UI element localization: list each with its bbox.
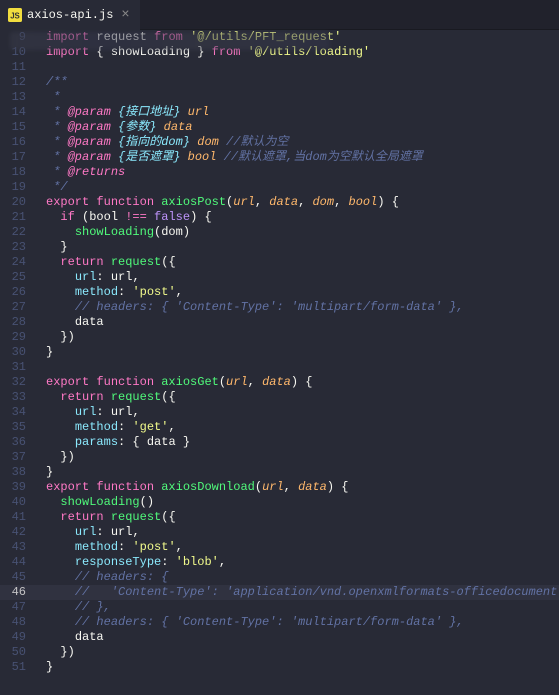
line-number: 45 bbox=[0, 570, 26, 585]
line-number: 17 bbox=[0, 150, 26, 165]
code-line[interactable]: return request({ bbox=[46, 390, 559, 405]
line-number: 19 bbox=[0, 180, 26, 195]
line-number: 13 bbox=[0, 90, 26, 105]
svg-text:JS: JS bbox=[10, 11, 20, 20]
line-number: 41 bbox=[0, 510, 26, 525]
code-line[interactable]: // headers: { 'Content-Type': 'multipart… bbox=[46, 300, 559, 315]
line-number: 33 bbox=[0, 390, 26, 405]
code-line[interactable]: * @returns bbox=[46, 165, 559, 180]
tab-axios-api[interactable]: JS axios-api.js × bbox=[0, 0, 140, 30]
code-line[interactable]: } bbox=[46, 660, 559, 675]
line-number: 30 bbox=[0, 345, 26, 360]
line-number: 28 bbox=[0, 315, 26, 330]
line-number: 38 bbox=[0, 465, 26, 480]
code-area[interactable]: import request from '@/utils/PFT_request… bbox=[38, 30, 559, 695]
code-line[interactable]: // headers: { 'Content-Type': 'multipart… bbox=[46, 615, 559, 630]
line-number: 15 bbox=[0, 120, 26, 135]
code-line[interactable]: }) bbox=[46, 450, 559, 465]
code-line[interactable]: }) bbox=[46, 330, 559, 345]
code-line[interactable]: } bbox=[46, 345, 559, 360]
line-number: 22 bbox=[0, 225, 26, 240]
code-line[interactable]: showLoading() bbox=[46, 495, 559, 510]
tab-bar: JS axios-api.js × bbox=[0, 0, 559, 30]
code-line[interactable]: // headers: { bbox=[46, 570, 559, 585]
code-line[interactable]: return request({ bbox=[46, 255, 559, 270]
code-line[interactable]: export function axiosGet(url, data) { bbox=[46, 375, 559, 390]
code-line[interactable]: data bbox=[46, 315, 559, 330]
line-number: 23 bbox=[0, 240, 26, 255]
line-number: 50 bbox=[0, 645, 26, 660]
line-number: 40 bbox=[0, 495, 26, 510]
code-line[interactable]: * @param {指向的dom} dom //默认为空 bbox=[46, 135, 559, 150]
code-line[interactable]: url: url, bbox=[46, 270, 559, 285]
line-number: 14 bbox=[0, 105, 26, 120]
code-line[interactable]: params: { data } bbox=[46, 435, 559, 450]
code-line[interactable]: */ bbox=[46, 180, 559, 195]
code-line[interactable]: } bbox=[46, 240, 559, 255]
line-number: 49 bbox=[0, 630, 26, 645]
line-number: 21 bbox=[0, 210, 26, 225]
line-number: 51 bbox=[0, 660, 26, 675]
line-number: 48 bbox=[0, 615, 26, 630]
code-line[interactable] bbox=[46, 360, 559, 375]
tab-label: axios-api.js bbox=[27, 8, 113, 22]
code-line[interactable]: responseType: 'blob', bbox=[46, 555, 559, 570]
code-line[interactable]: * @param {是否遮罩} bool //默认遮罩,当dom为空默认全局遮罩 bbox=[46, 150, 559, 165]
code-line[interactable]: // }, bbox=[46, 600, 559, 615]
line-number: 11 bbox=[0, 60, 26, 75]
line-number: 35 bbox=[0, 420, 26, 435]
code-line[interactable]: * @param {参数} data bbox=[46, 120, 559, 135]
line-number: 47 bbox=[0, 600, 26, 615]
code-line[interactable]: export function axiosDownload(url, data)… bbox=[46, 480, 559, 495]
line-number: 18 bbox=[0, 165, 26, 180]
code-line[interactable]: } bbox=[46, 465, 559, 480]
line-number: 27 bbox=[0, 300, 26, 315]
line-number: 32 bbox=[0, 375, 26, 390]
code-line[interactable]: * @param {接口地址} url bbox=[46, 105, 559, 120]
line-number: 43 bbox=[0, 540, 26, 555]
code-line[interactable]: url: url, bbox=[46, 405, 559, 420]
code-line[interactable]: showLoading(dom) bbox=[46, 225, 559, 240]
code-line[interactable]: // 'Content-Type': 'application/vnd.open… bbox=[46, 585, 559, 600]
code-line[interactable]: }) bbox=[46, 645, 559, 660]
code-line[interactable]: method: 'post', bbox=[46, 540, 559, 555]
line-number: 37 bbox=[0, 450, 26, 465]
line-number: 36 bbox=[0, 435, 26, 450]
code-line[interactable]: * bbox=[46, 90, 559, 105]
watermark-blur bbox=[10, 32, 330, 50]
code-line[interactable]: method: 'get', bbox=[46, 420, 559, 435]
close-icon[interactable]: × bbox=[118, 7, 132, 23]
line-number: 31 bbox=[0, 360, 26, 375]
line-number: 26 bbox=[0, 285, 26, 300]
line-number: 34 bbox=[0, 405, 26, 420]
code-line[interactable]: data bbox=[46, 630, 559, 645]
code-editor[interactable]: 9101112131415161718192021222324252627282… bbox=[0, 30, 559, 695]
js-file-icon: JS bbox=[8, 8, 22, 22]
code-line[interactable]: return request({ bbox=[46, 510, 559, 525]
line-number: 39 bbox=[0, 480, 26, 495]
line-number: 44 bbox=[0, 555, 26, 570]
code-line[interactable]: /** bbox=[46, 75, 559, 90]
line-number: 24 bbox=[0, 255, 26, 270]
line-number: 20 bbox=[0, 195, 26, 210]
line-number: 12 bbox=[0, 75, 26, 90]
line-number: 16 bbox=[0, 135, 26, 150]
code-line[interactable]: if (bool !== false) { bbox=[46, 210, 559, 225]
line-number: 29 bbox=[0, 330, 26, 345]
code-line[interactable]: url: url, bbox=[46, 525, 559, 540]
code-line[interactable]: method: 'post', bbox=[46, 285, 559, 300]
code-line[interactable]: export function axiosPost(url, data, dom… bbox=[46, 195, 559, 210]
line-number: 25 bbox=[0, 270, 26, 285]
line-number: 42 bbox=[0, 525, 26, 540]
code-line[interactable] bbox=[46, 60, 559, 75]
